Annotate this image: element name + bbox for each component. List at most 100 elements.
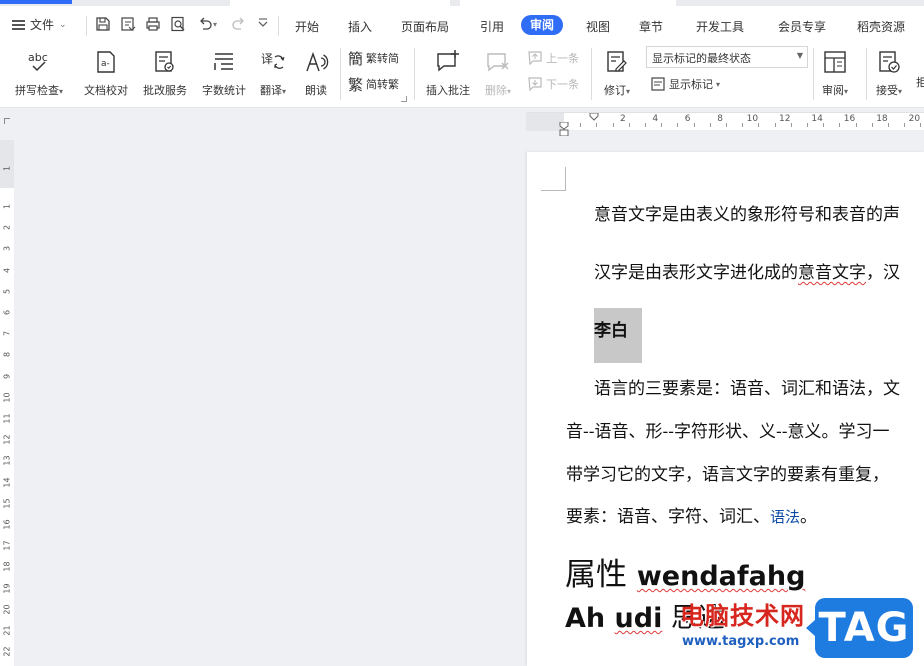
save-button[interactable] bbox=[94, 14, 112, 34]
customize-quick-access-button[interactable] bbox=[254, 14, 272, 34]
review-ribbon: abc 拼写检查▾ a- 文档校对 批改服务 字数统计 译 翻译▾ 朗读 簡 繁… bbox=[0, 44, 924, 108]
highlighted-text: 李白 bbox=[594, 321, 628, 341]
delete-comment-button[interactable]: 删除▾ bbox=[472, 46, 524, 102]
track-changes-icon bbox=[603, 48, 631, 76]
tab-view[interactable]: 视图 bbox=[586, 18, 610, 35]
previous-comment-icon bbox=[528, 51, 542, 66]
ruler-number: 19 bbox=[2, 583, 12, 594]
save-icon bbox=[96, 17, 110, 31]
simplified-to-traditional-label: 简转繁 bbox=[366, 78, 400, 91]
read-aloud-label: 朗读 bbox=[305, 84, 327, 97]
translate-label: 翻译▾ bbox=[259, 84, 286, 97]
ruler-tick bbox=[807, 123, 808, 127]
correction-service-label: 批改服务 bbox=[143, 84, 187, 97]
file-menu-label: 文件 bbox=[30, 18, 55, 32]
tag-logo-text: TAG bbox=[818, 605, 910, 651]
ruler-tick bbox=[871, 123, 873, 127]
ruler-tick bbox=[580, 123, 582, 127]
markup-mode-select[interactable]: 显示标记的最终状态 ▼ bbox=[646, 46, 808, 68]
review-pane-button[interactable]: 审阅▾ bbox=[808, 46, 862, 102]
undo-button[interactable]: ▾ bbox=[194, 14, 220, 34]
paragraph-line: 音--语音、形--字符形状、义--意义。学习一 bbox=[566, 422, 890, 442]
traditional-to-simplified-button[interactable]: 簡 繁转简 bbox=[348, 49, 399, 68]
grammar-link[interactable]: 语法 bbox=[770, 508, 800, 526]
paragraph-line: 带学习它的文字，语言文字的要素有重复， bbox=[566, 465, 889, 485]
ruler-tick bbox=[790, 123, 792, 127]
text-run: 汉字是由表形文字进化成的 bbox=[594, 263, 798, 283]
previous-comment-button[interactable]: 上一条 bbox=[527, 49, 579, 67]
tab-chapter[interactable]: 章节 bbox=[639, 18, 663, 35]
ruler-number: 18 bbox=[2, 561, 12, 572]
redo-button[interactable] bbox=[230, 14, 248, 34]
ruler-number: 1 bbox=[2, 165, 12, 172]
review-pane-icon bbox=[821, 48, 849, 76]
ruler-number: 13 bbox=[2, 455, 12, 466]
tab-stop-selector-icon[interactable] bbox=[4, 118, 10, 124]
ruler-number: 2 bbox=[2, 225, 12, 231]
tab-page-layout[interactable]: 页面布局 bbox=[401, 18, 449, 35]
chevron-down-icon: ▾ bbox=[212, 19, 217, 29]
ruler-tick bbox=[709, 123, 711, 127]
horizontal-ruler-area: 246810121416182022 bbox=[0, 108, 924, 136]
previous-comment-label: 上一条 bbox=[546, 52, 579, 65]
next-comment-icon bbox=[528, 77, 542, 92]
simplified-to-traditional-button[interactable]: 繁 简转繁 bbox=[348, 75, 400, 94]
ruler-tick bbox=[612, 123, 614, 127]
read-aloud-button[interactable]: 朗读 bbox=[290, 46, 342, 102]
ruler-number: 1 bbox=[2, 203, 12, 210]
text-run: 。 bbox=[800, 507, 818, 527]
show-markup-label: 显示标记 bbox=[669, 78, 713, 91]
tab-insert[interactable]: 插入 bbox=[348, 18, 372, 35]
margin-corner-mark bbox=[541, 167, 566, 191]
word-count-button[interactable]: 字数统计 bbox=[195, 46, 253, 102]
ruler-tick bbox=[596, 123, 598, 127]
ruler-tick bbox=[888, 123, 889, 127]
menu-bar: 文件 ⌄ ▾ 开始 插入 页面布局 引用 审阅 视图 章节 开发工具 会员专享 … bbox=[0, 6, 924, 44]
spell-check-button[interactable]: abc 拼写检查▾ bbox=[10, 46, 68, 102]
text-run: 要素：语音、字符、词汇、 bbox=[566, 507, 770, 527]
hanging-indent-marker-icon[interactable] bbox=[589, 113, 599, 123]
divider bbox=[278, 16, 279, 36]
insert-comment-button[interactable]: 插入批注 bbox=[419, 46, 477, 102]
correction-service-button[interactable]: 批改服务 bbox=[136, 46, 194, 102]
undo-icon bbox=[200, 17, 212, 30]
paragraph-line: 要素：语音、字符、词汇、语法。 bbox=[566, 502, 817, 527]
insert-comment-icon bbox=[434, 48, 462, 76]
file-menu-button[interactable]: 文件 ⌄ bbox=[12, 16, 67, 33]
print-button[interactable] bbox=[144, 14, 162, 34]
insert-comment-label: 插入批注 bbox=[426, 84, 470, 97]
track-changes-button[interactable]: 修订▾ bbox=[592, 46, 642, 102]
ruler-number: 5 bbox=[2, 288, 12, 294]
tab-docer-resources[interactable]: 稻壳资源 bbox=[857, 18, 905, 35]
divider bbox=[414, 48, 415, 100]
tab-developer[interactable]: 开发工具 bbox=[696, 18, 744, 35]
vertical-ruler[interactable]: 1 1 2 3 4 5 6 7 8 9 10 11 12 13 14 15 16 17 18 19 20 21 22 bbox=[0, 140, 14, 666]
tab-member[interactable]: 会员专享 bbox=[778, 18, 826, 35]
export-pdf-button[interactable] bbox=[119, 14, 137, 34]
ruler-number: 7 bbox=[2, 331, 12, 337]
dialog-launcher-icon[interactable] bbox=[401, 96, 407, 102]
tab-references[interactable]: 引用 bbox=[480, 18, 504, 35]
ruler-number: 15 bbox=[2, 498, 12, 509]
document-proofread-button[interactable]: a- 文档校对 bbox=[77, 46, 135, 102]
ruler-number: 10 bbox=[2, 392, 12, 403]
tag-logo: TAG bbox=[806, 598, 913, 658]
ruler-number: 12 bbox=[2, 434, 12, 445]
reject-changes-partial[interactable]: 拒 bbox=[916, 74, 924, 90]
horizontal-ruler[interactable]: 246810121416182022 bbox=[526, 112, 924, 136]
tab-review[interactable]: 审阅 bbox=[521, 15, 564, 35]
heading-text: 属性 bbox=[565, 557, 637, 593]
document-page[interactable]: 意音文字是由表义的象形符号和表音的声 汉字是由表形文字进化成的意音文字，汉 李白… bbox=[527, 152, 924, 666]
ruler-number: 18 bbox=[876, 114, 888, 124]
accept-changes-button[interactable]: 接受▾ bbox=[864, 46, 914, 102]
ruler-number: 14 bbox=[2, 477, 12, 488]
next-comment-button[interactable]: 下一条 bbox=[527, 75, 579, 93]
show-markup-button[interactable]: 显示标记 ▾ bbox=[650, 75, 720, 93]
tab-home[interactable]: 开始 bbox=[295, 18, 319, 35]
first-line-indent-marker-icon[interactable] bbox=[559, 122, 569, 136]
review-pane-label: 审阅▾ bbox=[821, 84, 848, 97]
print-preview-button[interactable] bbox=[169, 14, 187, 34]
word-count-icon bbox=[210, 48, 238, 76]
ruler-tick bbox=[693, 123, 695, 127]
translate-icon: 译 bbox=[259, 48, 287, 76]
